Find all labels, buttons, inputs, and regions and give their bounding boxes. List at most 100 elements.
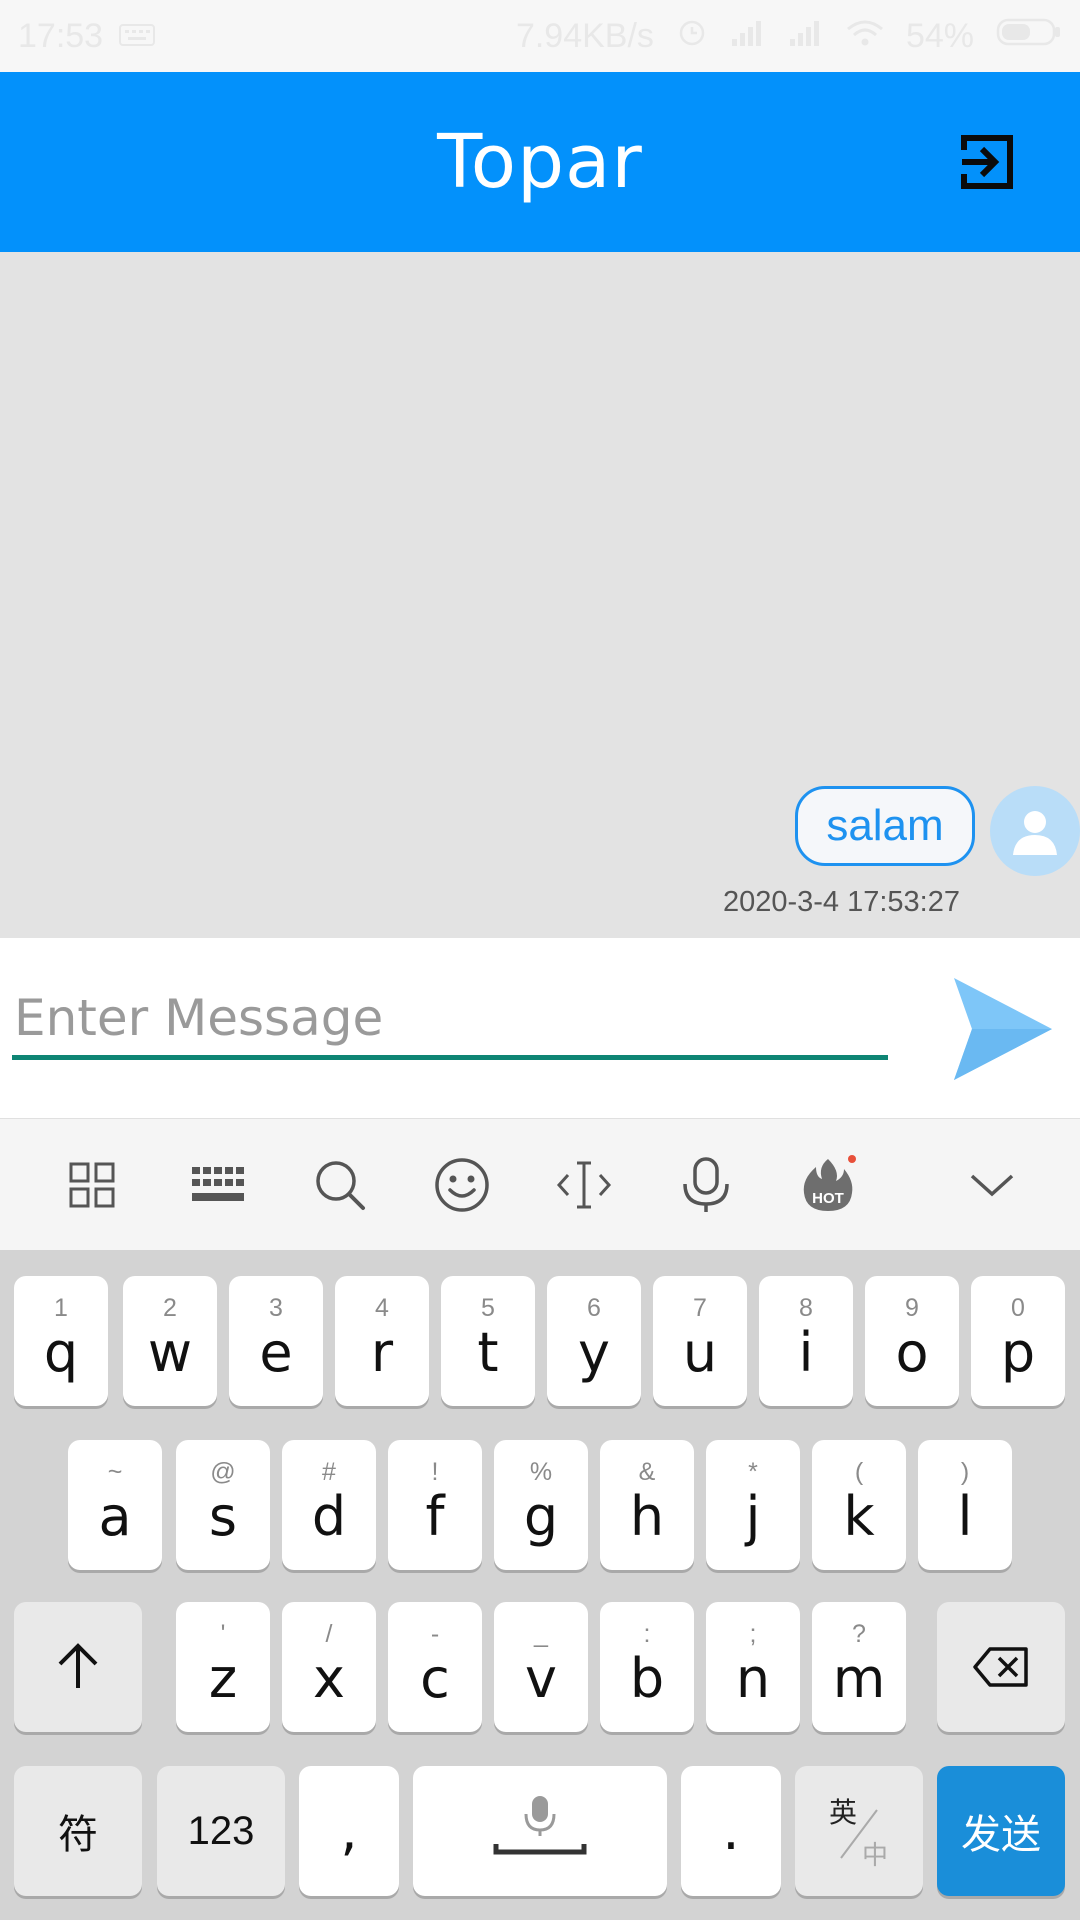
symbols-key[interactable]: 符 [14, 1766, 142, 1896]
key-a[interactable]: ~ a [68, 1440, 162, 1570]
logout-icon [961, 135, 1013, 189]
key-hint: 3 [269, 1294, 283, 1322]
key-label: m [832, 1647, 886, 1710]
key-u[interactable]: 7u [653, 1276, 747, 1406]
key-f[interactable]: ! f [388, 1440, 482, 1570]
key-label: i [798, 1321, 814, 1384]
key-k[interactable]: (k [812, 1440, 906, 1570]
key-g[interactable]: % g [494, 1440, 588, 1570]
key-label: l [957, 1485, 973, 1548]
key-hint: 1 [54, 1294, 68, 1322]
key-i[interactable]: 8i [759, 1276, 853, 1406]
key-hint: ~ [107, 1458, 123, 1486]
numbers-key[interactable]: 123 [157, 1766, 285, 1896]
key-label: t [477, 1321, 499, 1384]
signal-icon [730, 17, 766, 56]
language-toggle-key[interactable]: 英 中 [795, 1766, 923, 1896]
space-microphone-icon [493, 1796, 587, 1855]
key-d[interactable]: # d [282, 1440, 376, 1570]
key-label: x [313, 1647, 345, 1710]
key-label: 123 [187, 1808, 255, 1853]
hot-icon[interactable]: HOT [798, 1155, 858, 1215]
key-p[interactable]: 0p [971, 1276, 1065, 1406]
key-hint: : [643, 1620, 651, 1648]
key-hint: ' [220, 1620, 226, 1648]
keyboard-toolbar: HOT [0, 1118, 1080, 1250]
key-hint: 8 [799, 1294, 813, 1322]
key-s[interactable]: @ s [176, 1440, 270, 1570]
wifi-icon [846, 17, 884, 56]
period-key[interactable]: . [681, 1766, 781, 1896]
key-hint: # [322, 1458, 336, 1486]
key-q[interactable]: 1q [14, 1276, 108, 1406]
key-label: w [147, 1321, 193, 1384]
key-label: d [311, 1485, 347, 1548]
emoji-icon[interactable] [432, 1155, 492, 1215]
key-hint: * [748, 1458, 758, 1486]
key-label: q [43, 1321, 79, 1384]
status-time: 17:53 [18, 16, 104, 55]
logout-button[interactable] [958, 132, 1018, 192]
key-hint: ! [431, 1458, 439, 1486]
battery-icon [996, 17, 1062, 56]
key-w[interactable]: 2w [123, 1276, 217, 1406]
chevron-down-icon[interactable] [962, 1155, 1022, 1215]
shift-key[interactable] [14, 1602, 142, 1732]
backspace-key[interactable] [937, 1602, 1065, 1732]
chat-area[interactable]: salam 2020-3-4 17:53:27 [0, 252, 1080, 938]
user-icon [1013, 811, 1057, 855]
key-label: o [895, 1321, 929, 1384]
key-label: u [682, 1321, 718, 1384]
key-label: v [525, 1647, 557, 1710]
message-bubble[interactable]: salam [795, 786, 975, 866]
keyboard-icon[interactable] [188, 1155, 248, 1215]
key-label: s [208, 1485, 238, 1548]
key-label: f [425, 1485, 445, 1548]
key-label: 符 [58, 1813, 98, 1857]
send-key[interactable]: 发送 [937, 1766, 1065, 1896]
status-bar: 17:53 7.94KB/s 54% [0, 0, 1080, 72]
comma-key[interactable]: , [299, 1766, 399, 1896]
key-label: g [523, 1485, 559, 1548]
key-h[interactable]: & h [600, 1440, 694, 1570]
key-hint: 6 [587, 1294, 601, 1322]
search-icon[interactable] [310, 1155, 370, 1215]
key-e[interactable]: 3e [229, 1276, 323, 1406]
shift-arrow-icon [58, 1643, 98, 1688]
key-t[interactable]: 5t [441, 1276, 535, 1406]
grid-icon[interactable] [62, 1155, 122, 1215]
key-m[interactable]: ? m [812, 1602, 906, 1732]
key-j[interactable]: * j [706, 1440, 800, 1570]
key-hint: ( [854, 1458, 864, 1486]
keyboard: 1q 2w 3e 4r 5t 6y 7u 8i 9o 0p ~ a @ s # d !… [0, 1250, 1080, 1920]
keyboard-status-icon [119, 17, 156, 56]
key-n[interactable]: ; n [706, 1602, 800, 1732]
key-label: a [98, 1485, 132, 1548]
key-hint: 9 [905, 1294, 919, 1322]
key-hint: 4 [375, 1294, 389, 1322]
key-l[interactable]: ) l [918, 1440, 1012, 1570]
key-x[interactable]: / x [282, 1602, 376, 1732]
key-label: k [843, 1485, 875, 1548]
send-button[interactable] [950, 974, 1056, 1084]
key-label: p [1000, 1321, 1036, 1384]
key-b[interactable]: :b [600, 1602, 694, 1732]
key-label: . [722, 1799, 740, 1862]
message-input[interactable] [12, 980, 888, 1060]
key-y[interactable]: 6y [547, 1276, 641, 1406]
key-hint: % [529, 1458, 553, 1486]
cursor-icon[interactable] [554, 1155, 614, 1215]
message-timestamp: 2020-3-4 17:53:27 [722, 886, 960, 918]
key-r[interactable]: 4r [335, 1276, 429, 1406]
network-speed: 7.94KB/s [515, 16, 654, 55]
key-label: b [629, 1647, 665, 1710]
key-v[interactable]: _ v [494, 1602, 588, 1732]
key-z[interactable]: ' z [176, 1602, 270, 1732]
key-label: e [259, 1321, 293, 1384]
microphone-icon[interactable] [676, 1155, 736, 1215]
key-c[interactable]: -c [388, 1602, 482, 1732]
space-key[interactable] [413, 1766, 667, 1896]
key-o[interactable]: 9o [865, 1276, 959, 1406]
key-hint: - [430, 1620, 440, 1648]
avatar[interactable] [990, 786, 1080, 876]
